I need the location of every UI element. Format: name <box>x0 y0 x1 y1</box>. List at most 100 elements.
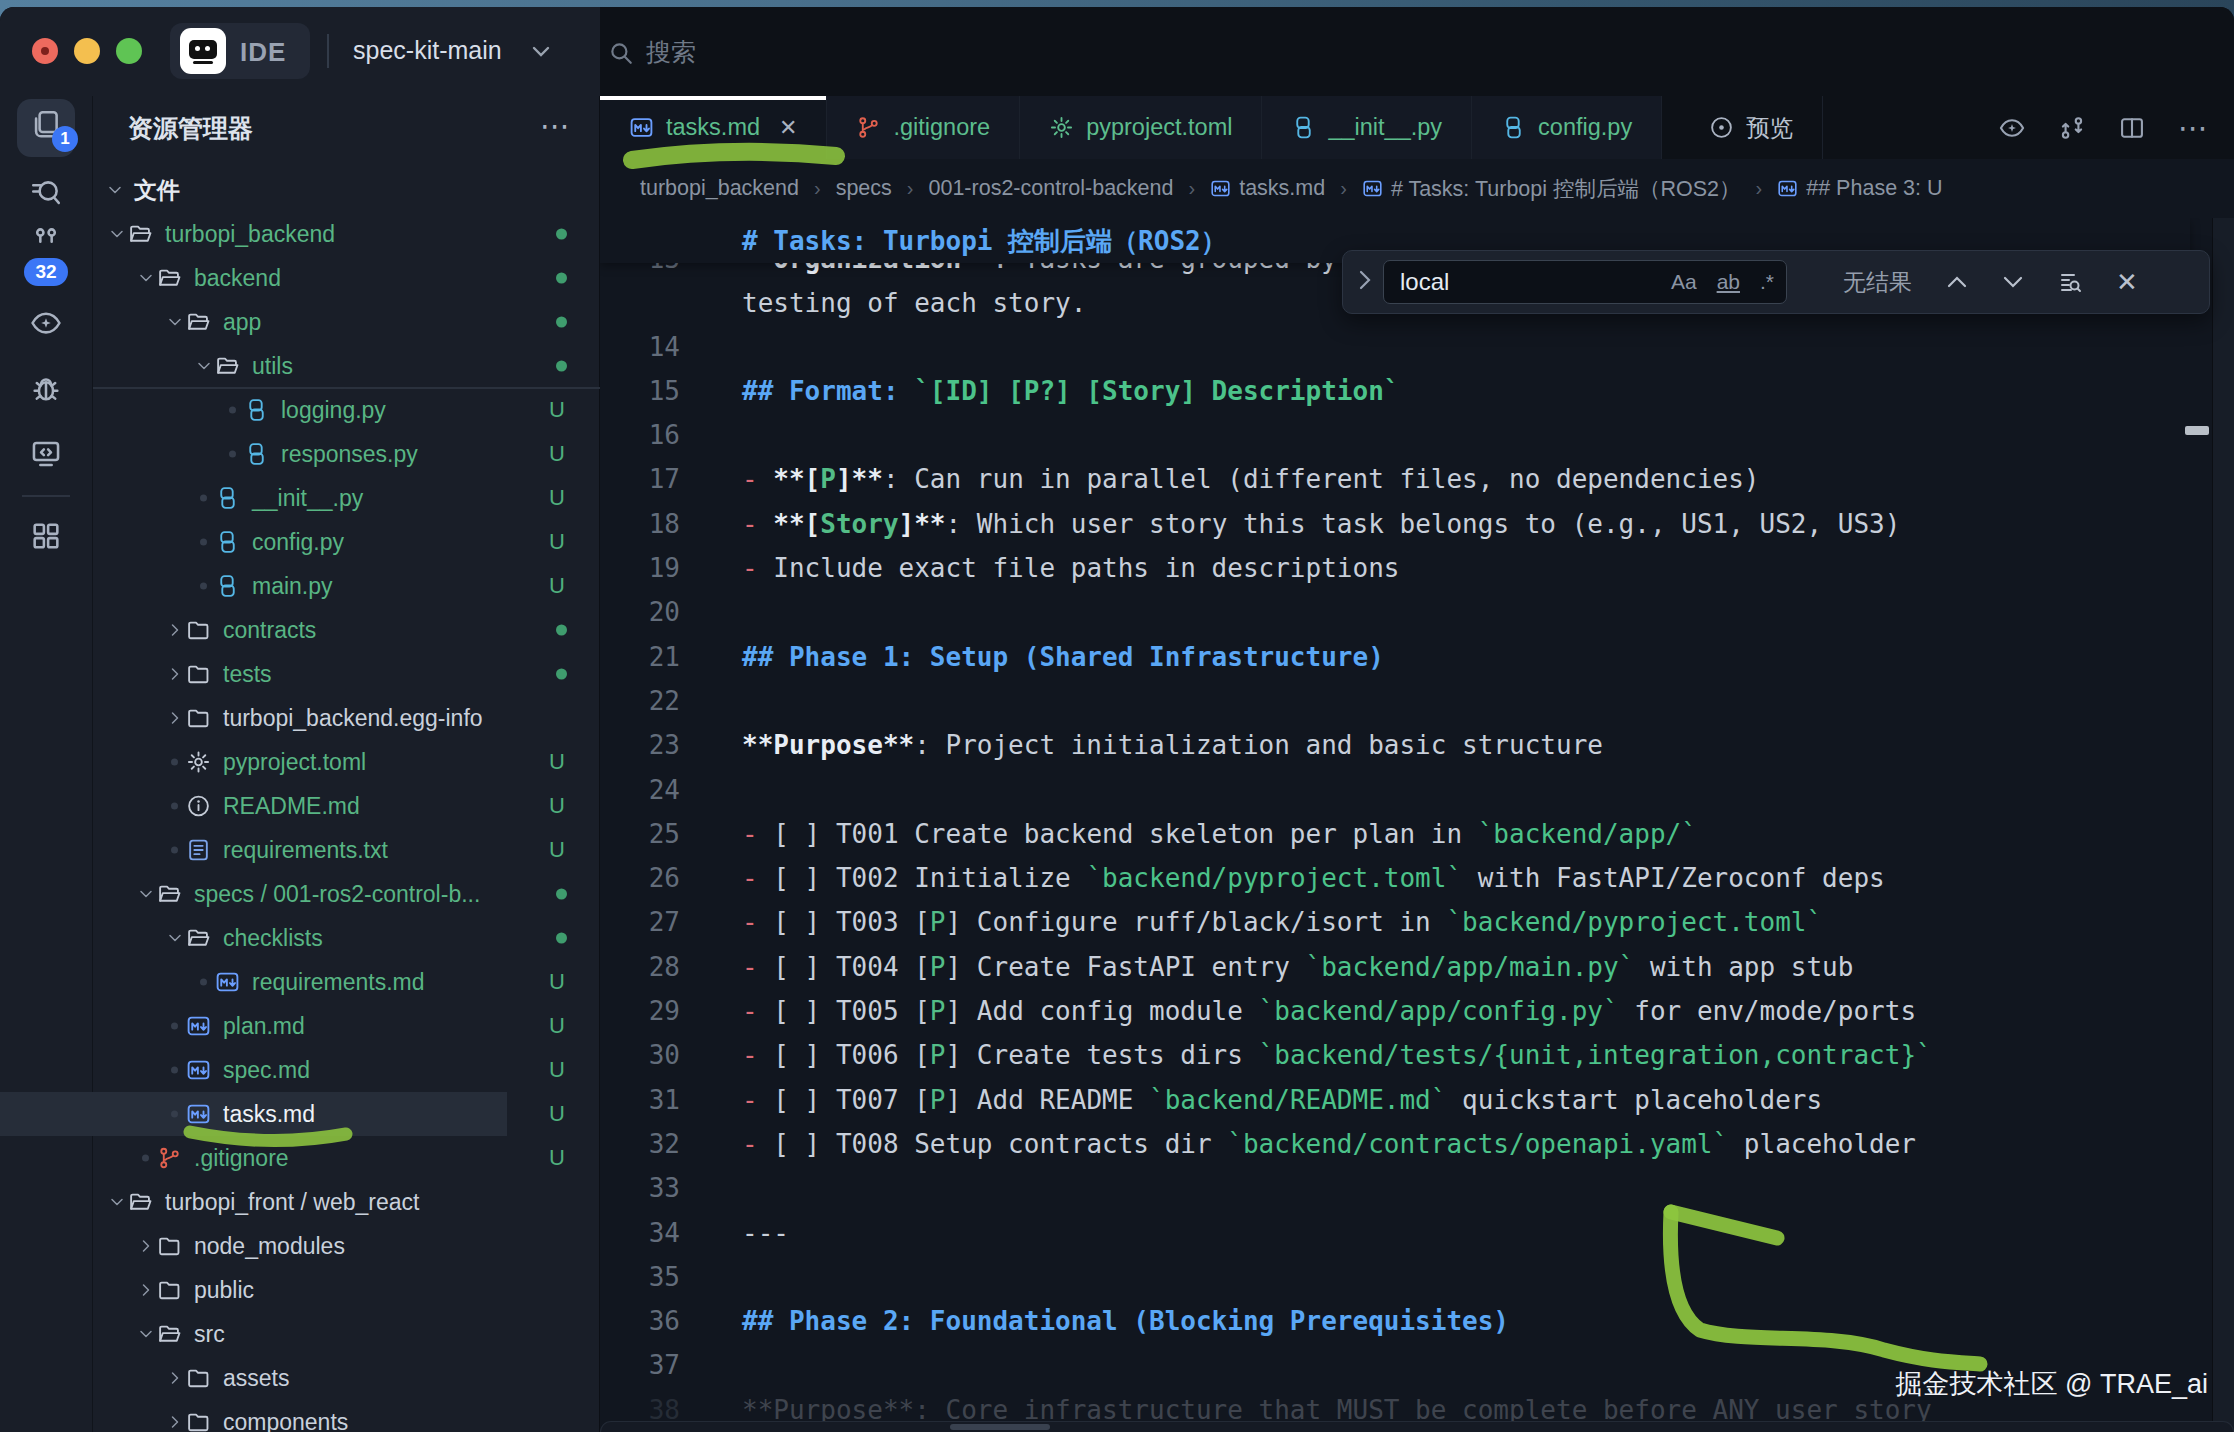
git-untracked-badge: U <box>549 1013 565 1039</box>
tab-config.py[interactable]: config.py <box>1472 96 1662 159</box>
breadcrumb-item[interactable]: 001-ros2-control-backend <box>929 176 1174 201</box>
tab-.gitignore[interactable]: .gitignore <box>827 96 1020 159</box>
tree-item--init-.py[interactable]: __init__.pyU <box>0 476 507 520</box>
chev-right-icon <box>136 1280 156 1300</box>
tree-item-components[interactable]: components <box>0 1400 507 1432</box>
minimize-window-button[interactable] <box>74 38 100 64</box>
project-chevron-down-icon[interactable] <box>532 44 550 62</box>
git-untracked-badge: U <box>549 441 565 467</box>
tree-item-turbopi-backend[interactable]: turbopi_backend <box>0 212 507 256</box>
tree-item-turbopi-front-web-react[interactable]: turbopi_front / web_react <box>0 1180 507 1224</box>
tree-item-backend[interactable]: backend <box>0 256 507 300</box>
tree-item-config.py[interactable]: config.pyU <box>0 520 507 564</box>
git-modified-dot <box>556 273 567 284</box>
split-editor-icon[interactable] <box>2118 114 2146 142</box>
find-next-button[interactable] <box>2002 274 2024 290</box>
tree-item-requirements.txt[interactable]: requirements.txtU <box>0 828 507 872</box>
tab-pyproject.toml[interactable]: pyproject.toml <box>1020 96 1262 159</box>
editor-scrollbar[interactable] <box>2212 218 2234 1432</box>
match-case-toggle[interactable]: Aa <box>1671 270 1697 294</box>
tree-item-src[interactable]: src <box>0 1312 507 1356</box>
code-line: 17- **[P]**: Can run in parallel (differ… <box>600 457 2190 502</box>
ide-label: IDE <box>240 37 286 68</box>
find-close-button[interactable]: ✕ <box>2116 267 2138 298</box>
find-input[interactable]: local Aa ab .* <box>1383 260 1787 304</box>
tree-item-responses.py[interactable]: responses.pyU <box>0 432 507 476</box>
folder-closed-icon <box>186 662 211 687</box>
code-line: 19- Include exact file paths in descript… <box>600 546 2190 591</box>
tree-item-main.py[interactable]: main.pyU <box>0 564 507 608</box>
code-line: 24 <box>600 767 2190 812</box>
chev-down-icon <box>136 268 156 288</box>
tree-section-files[interactable]: 文件 <box>0 168 507 212</box>
tree-item-public[interactable]: public <box>0 1268 507 1312</box>
code-line: 34--- <box>600 1210 2190 1255</box>
editor-pane[interactable]: 13**Organization**: Tasks are grouped by… <box>600 218 2234 1432</box>
bottom-panel-edge <box>600 1421 2234 1432</box>
tree-item-checklists[interactable]: checklists <box>0 916 507 960</box>
close-window-button[interactable] <box>32 38 58 64</box>
chev-down-icon <box>105 180 125 200</box>
editor-tabs: tasks.md✕.gitignorepyproject.toml__init_… <box>600 96 2234 159</box>
project-name[interactable]: spec-kit-main <box>353 36 502 65</box>
explorer-badge: 1 <box>52 126 78 152</box>
chev-right-icon <box>136 1236 156 1256</box>
markdown-icon <box>186 1058 211 1083</box>
find-collapse-chevron[interactable] <box>1357 269 1373 295</box>
tree-item-app[interactable]: app <box>0 300 507 344</box>
markdown-icon <box>629 115 654 140</box>
regex-toggle[interactable]: .* <box>1760 270 1774 294</box>
global-search[interactable]: 搜索 <box>608 36 696 69</box>
breadcrumb-item[interactable]: tasks.md <box>1210 176 1325 201</box>
tree-item-logging.py[interactable]: logging.pyU <box>0 388 507 432</box>
tree-item-spec.md[interactable]: spec.mdU <box>0 1048 507 1092</box>
close-tab-icon[interactable]: ✕ <box>779 115 797 141</box>
git-untracked-badge: U <box>549 1057 565 1083</box>
tree-item-specs-001-ros2-control-b...[interactable]: specs / 001-ros2-control-b... <box>0 872 507 916</box>
app-window: IDE spec-kit-main 搜索 132 资源管理器 ⋯ 文件turbo… <box>0 7 2234 1432</box>
folder-open-icon <box>215 354 240 379</box>
tree-item-plan.md[interactable]: plan.mdU <box>0 1004 507 1048</box>
tree-item-.gitignore[interactable]: .gitignoreU <box>0 1136 507 1180</box>
git-untracked-badge: U <box>549 1101 565 1127</box>
folder-closed-icon <box>186 706 211 731</box>
find-prev-button[interactable] <box>1946 274 1968 290</box>
folder-open-icon <box>157 882 182 907</box>
breadcrumb-item[interactable]: turbopi_backend <box>640 176 799 201</box>
maximize-window-button[interactable] <box>116 38 142 64</box>
tree-item-tasks.md[interactable]: tasks.mdU <box>0 1092 507 1136</box>
tab-tasks.md[interactable]: tasks.md✕ <box>600 96 827 159</box>
tree-item-node-modules[interactable]: node_modules <box>0 1224 507 1268</box>
compare-icon[interactable] <box>2058 114 2086 142</box>
breadcrumb-item[interactable]: specs <box>836 176 892 201</box>
tab-预览[interactable]: 预览 <box>1680 96 1823 159</box>
folder-open-icon <box>128 222 153 247</box>
breadcrumb-item[interactable]: ## Phase 3: U <box>1777 176 1942 201</box>
tree-item-pyproject.toml[interactable]: pyproject.tomlU <box>0 740 507 784</box>
folder-open-icon <box>157 1322 182 1347</box>
git-icon <box>157 1146 182 1171</box>
markdown-icon <box>186 1102 211 1127</box>
markdown-icon <box>186 1014 211 1039</box>
bottom-scrollbar-thumb[interactable] <box>950 1424 1050 1430</box>
tree-item-tests[interactable]: tests <box>0 652 507 696</box>
editor-actions: ⋯ <box>1998 96 2210 159</box>
eye-star-icon[interactable] <box>1998 114 2026 142</box>
chev-right-icon <box>165 1412 185 1432</box>
tab-__init__.py[interactable]: __init__.py <box>1262 96 1472 159</box>
folder-open-icon <box>157 266 182 291</box>
whole-word-toggle[interactable]: ab <box>1717 270 1740 294</box>
sidebar-title: 资源管理器 <box>128 112 253 145</box>
breadcrumb-item[interactable]: # Tasks: Turbopi 控制后端（ROS2） <box>1362 174 1741 203</box>
find-in-selection-button[interactable] <box>2058 270 2082 294</box>
split-editor-icon <box>2118 114 2146 142</box>
tree-item-README.md[interactable]: README.mdU <box>0 784 507 828</box>
tree-item-turbopi-backend.egg-info[interactable]: turbopi_backend.egg-info <box>0 696 507 740</box>
ellipsis-icon[interactable]: ⋯ <box>2178 110 2210 145</box>
tree-item-contracts[interactable]: contracts <box>0 608 507 652</box>
tree-item-requirements.md[interactable]: requirements.mdU <box>0 960 507 1004</box>
sidebar-more-button[interactable]: ⋯ <box>540 108 572 143</box>
textfile-icon <box>186 838 211 863</box>
code-line: 14 <box>600 324 2190 369</box>
tree-item-utils[interactable]: utils <box>0 344 507 388</box>
